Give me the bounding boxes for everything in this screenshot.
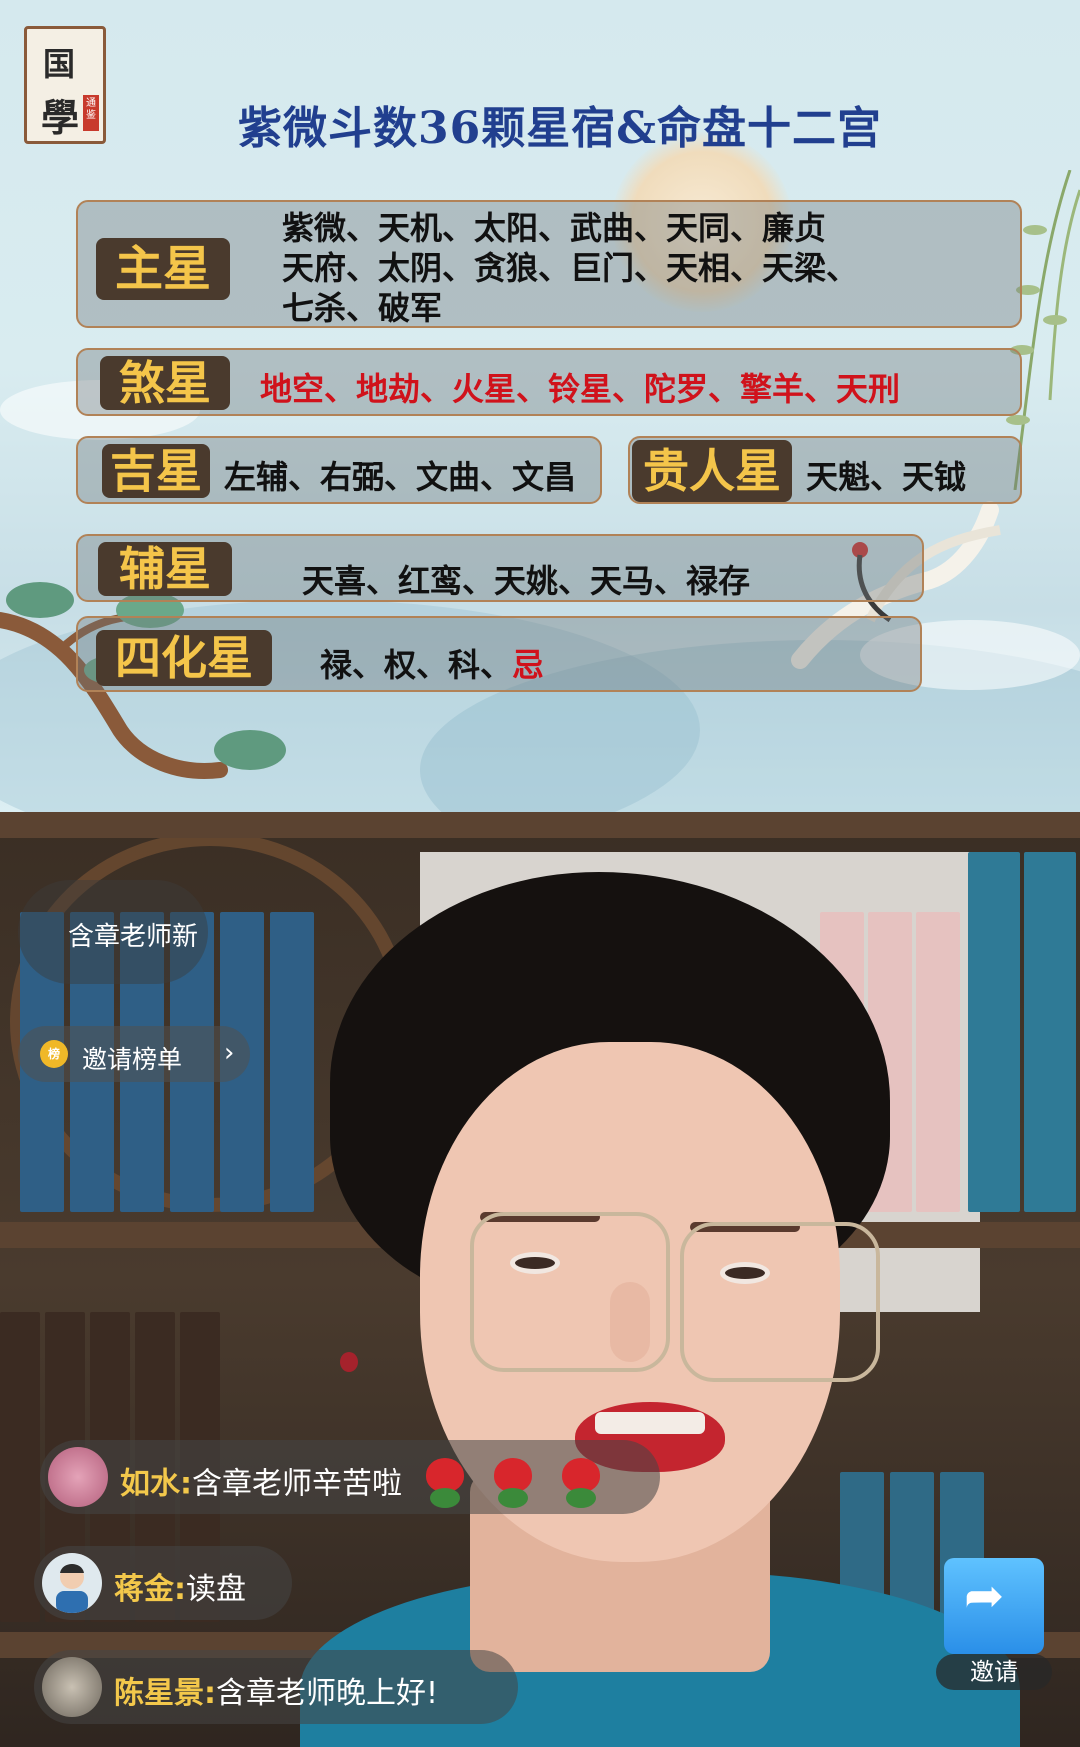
logo-text-top: 国 <box>43 45 76 83</box>
guiren-star-items: 天魁、天钺 <box>806 458 967 496</box>
rose-icon <box>556 1458 606 1512</box>
rose-icon <box>420 1458 470 1512</box>
main-star-line: 紫微、天机、太阳、武曲、天同、廉贞 <box>282 209 827 247</box>
share-arrow-icon: ➦ <box>964 1568 1005 1624</box>
book <box>916 912 960 1212</box>
comment-message: 含章老师晚上好! <box>216 1676 439 1711</box>
rose-icon <box>488 1458 538 1512</box>
comment-text: 如水:含章老师辛苦啦 <box>120 1458 606 1512</box>
main-star-panel: 主星 紫微、天机、太阳、武曲、天同、廉贞 天府、太阴、贪狼、巨门、天相、天梁、 … <box>76 200 1022 328</box>
sihua-ji-text: 忌 <box>512 646 545 684</box>
comment-username: 蒋金: <box>114 1572 186 1607</box>
ji-star-items: 左辅、右弼、文曲、文昌 <box>224 458 577 496</box>
host-name-pill[interactable]: 含章老师新 <box>18 880 208 984</box>
logo-text-bottom: 學 <box>41 95 80 140</box>
earring <box>340 1352 358 1372</box>
comment-message: 读盘 <box>186 1572 246 1607</box>
invite-ranking-label: 邀请榜单 <box>82 1045 183 1074</box>
glasses-right-lens <box>680 1222 880 1382</box>
sihua-star-tag: 四化星 <box>96 630 272 686</box>
fu-star-panel: 辅星 天喜、红鸾、天姚、天马、禄存 <box>76 534 924 602</box>
user-avatar <box>42 1657 102 1717</box>
main-star-items: 紫微、天机、太阳、武曲、天同、廉贞 天府、太阴、贪狼、巨门、天相、天梁、 七杀、… <box>282 208 858 328</box>
comment-username: 陈星景: <box>114 1676 216 1711</box>
guiren-star-tag: 贵人星 <box>632 440 792 502</box>
slide-title: 紫微斗数36颗星宿&命盘十二宫 <box>238 103 882 154</box>
comment-text: 陈星景:含章老师晚上好! <box>114 1668 438 1712</box>
sihua-items-text: 禄、权、科、 <box>320 646 513 684</box>
medal-icon: 榜 <box>40 1040 68 1068</box>
guoxue-logo: 国 學 通鉴 <box>24 26 106 144</box>
comment-text: 蒋金:读盘 <box>114 1564 246 1608</box>
sha-star-tag: 煞星 <box>100 356 230 410</box>
main-star-line: 七杀、破军 <box>282 289 443 327</box>
main-star-line: 天府、太阴、贪狼、巨门、天相、天梁、 <box>282 249 859 287</box>
fu-star-items: 天喜、红鸾、天姚、天马、禄存 <box>302 562 751 600</box>
chevron-right-icon: › <box>224 1038 235 1068</box>
course-slide: 国 學 通鉴 紫微斗数36颗星宿&命盘十二宫 主星 紫微、天机、太阳、武曲、天同… <box>0 0 1080 812</box>
ji-star-panel: 吉星 左辅、右弼、文曲、文昌 <box>76 436 602 504</box>
logo-seal: 通鉴 <box>83 95 99 131</box>
comment-message: 含章老师辛苦啦 <box>192 1466 402 1502</box>
shelf-board <box>0 812 1080 838</box>
cartoon-avatar-icon <box>56 1564 88 1613</box>
guiren-star-panel: 贵人星 天魁、天钺 <box>628 436 1022 504</box>
invite-ranking-button[interactable]: 榜 邀请榜单 › <box>18 1026 250 1082</box>
host-name: 含章老师新 <box>68 922 199 952</box>
chat-comment: 如水:含章老师辛苦啦 <box>40 1440 660 1514</box>
ji-star-tag: 吉星 <box>102 444 210 498</box>
invite-button[interactable]: ➦ 邀请 <box>936 1558 1052 1690</box>
chat-comment: 陈星景:含章老师晚上好! <box>34 1650 518 1724</box>
comment-username: 如水: <box>120 1466 192 1502</box>
envelope-share-icon: ➦ <box>944 1558 1044 1654</box>
sihua-star-panel: 四化星 禄、权、科、忌 <box>76 616 922 692</box>
invite-button-label: 邀请 <box>936 1654 1052 1690</box>
book <box>270 912 314 1212</box>
sha-star-panel: 煞星 地空、地劫、火星、铃星、陀罗、擎羊、天刑 <box>76 348 1022 416</box>
teeth <box>595 1412 705 1434</box>
sha-star-items: 地空、地劫、火星、铃星、陀罗、擎羊、天刑 <box>260 370 901 408</box>
user-avatar <box>48 1447 108 1507</box>
book <box>1024 852 1076 1212</box>
chat-comment: 蒋金:读盘 <box>34 1546 292 1620</box>
nose <box>610 1282 650 1362</box>
sihua-star-items: 禄、权、科、忌 <box>320 640 544 686</box>
fu-star-tag: 辅星 <box>98 542 232 596</box>
main-star-tag: 主星 <box>96 238 230 300</box>
book <box>968 852 1020 1212</box>
user-avatar <box>42 1553 102 1613</box>
